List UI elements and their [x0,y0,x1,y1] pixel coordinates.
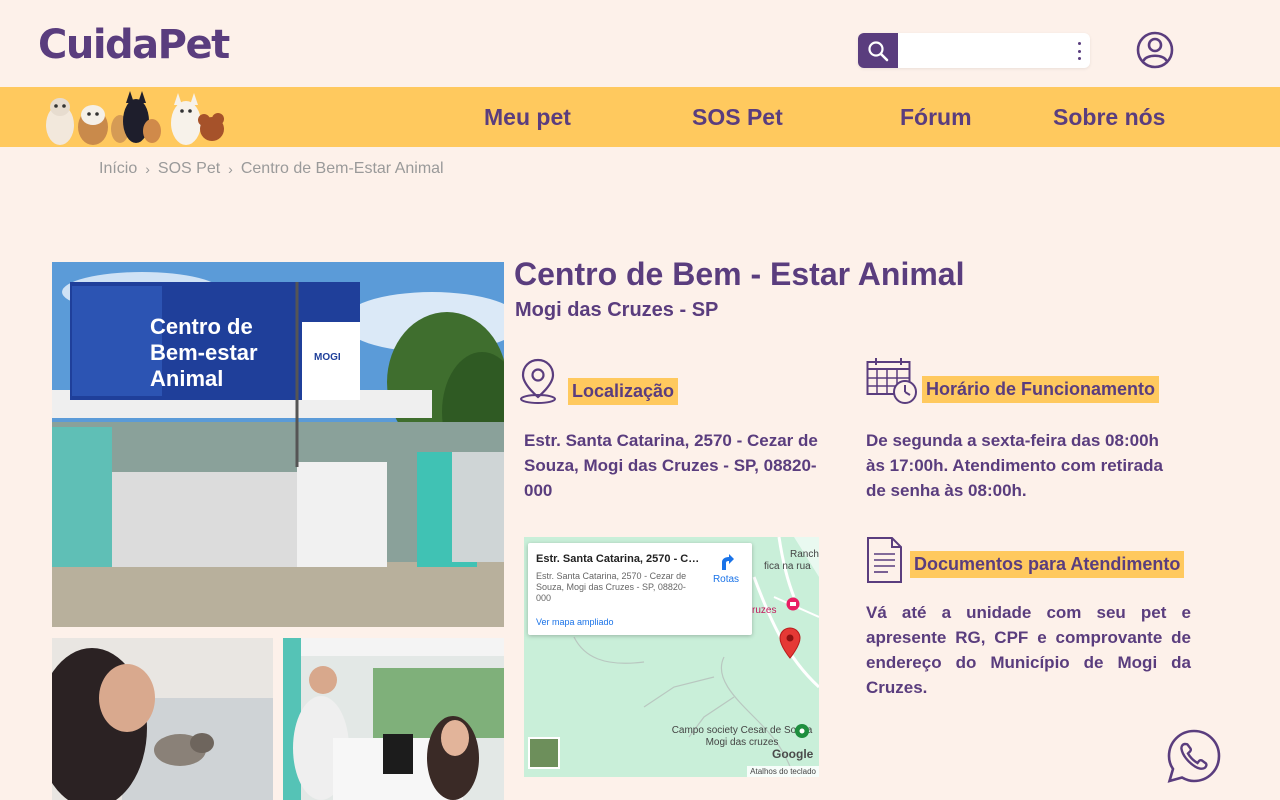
search-input[interactable] [902,37,1062,64]
location-pin-icon [520,358,556,404]
photo-reception [283,638,504,800]
logo[interactable]: CuidaPet [38,22,230,68]
breadcrumb-home[interactable]: Início [99,160,137,178]
map-info-card: Estr. Santa Catarina, 2570 - Ce... Estr.… [528,543,752,635]
user-account-icon[interactable] [1135,30,1175,70]
main-nav: Meu pet SOS Pet Fórum Sobre nós [0,87,1280,147]
breadcrumb-current: Centro de Bem-Estar Animal [240,160,444,177]
map-label-cruzes: ruzes [752,605,777,616]
directions-icon [722,554,734,570]
map-satellite-toggle[interactable] [528,737,560,769]
nav-item-sobre-nos[interactable]: Sobre nós [1053,104,1165,131]
map-card-address: Estr. Santa Catarina, 2570 - Cezar de So… [536,571,687,603]
breadcrumb: Início › SOS Pet › Centro de Bem-Estar A… [99,160,444,178]
breadcrumb-sos-pet[interactable]: SOS Pet [158,160,220,178]
location-address: Estr. Santa Catarina, 2570 - Cezar de So… [524,431,818,500]
kebab-menu-icon[interactable] [1076,42,1082,60]
nav-item-forum[interactable]: Fórum [900,104,972,131]
nav-item-meu-pet[interactable]: Meu pet [484,104,571,131]
map-label-ranch-street: fica na rua [764,561,811,572]
page-subtitle: Mogi das Cruzes - SP [515,299,719,321]
map-label-ranch: Ranch [790,549,819,560]
hours-text: De segunda a sexta-feira das 08:00h às 1… [866,431,1163,500]
map-poi-icon [795,724,809,738]
routes-button[interactable]: Rotas [708,553,744,585]
map-pin-icon[interactable] [779,627,801,659]
map-card-title: Estr. Santa Catarina, 2570 - Ce... [536,553,700,565]
documents-label: Documentos para Atendimento [910,551,1185,578]
search-bar [858,33,1090,68]
documents-text: Vá até a unidade com seu pet e apresente… [866,603,1191,697]
header: CuidaPet [0,0,1280,87]
sign-badge: MOGI [314,352,341,363]
keyboard-shortcuts-link[interactable]: Atalhos do teclado [747,766,819,777]
search-icon [868,40,889,61]
whatsapp-icon[interactable] [1166,728,1222,784]
sign-line-3: Animal [150,366,223,391]
map-place-icon [786,597,800,611]
dogs-banner-illustration [46,91,224,145]
sign-line-1: Centro de [150,314,253,339]
location-label: Localização [568,378,679,405]
search-button[interactable] [858,33,898,68]
document-icon [867,537,902,583]
main-photo: Centro de Bem-estar Animal MOGI [52,262,504,627]
google-logo: Google [772,747,814,761]
photo-vet-exam [52,638,273,800]
view-larger-map-link[interactable]: Ver mapa ampliado [536,617,614,627]
page-title: Centro de Bem - Estar Animal [514,256,965,292]
chevron-right-icon: › [228,161,233,177]
chevron-right-icon: › [145,161,150,177]
sign-line-2: Bem-estar [150,340,258,365]
nav-item-sos-pet[interactable]: SOS Pet [692,104,783,131]
embedded-map[interactable]: Estr. Santa Catarina, 2570 - Ce... Estr.… [524,537,819,777]
hours-label: Horário de Funcionamento [922,376,1160,403]
routes-label: Rotas [712,574,740,585]
calendar-clock-icon [866,358,917,404]
